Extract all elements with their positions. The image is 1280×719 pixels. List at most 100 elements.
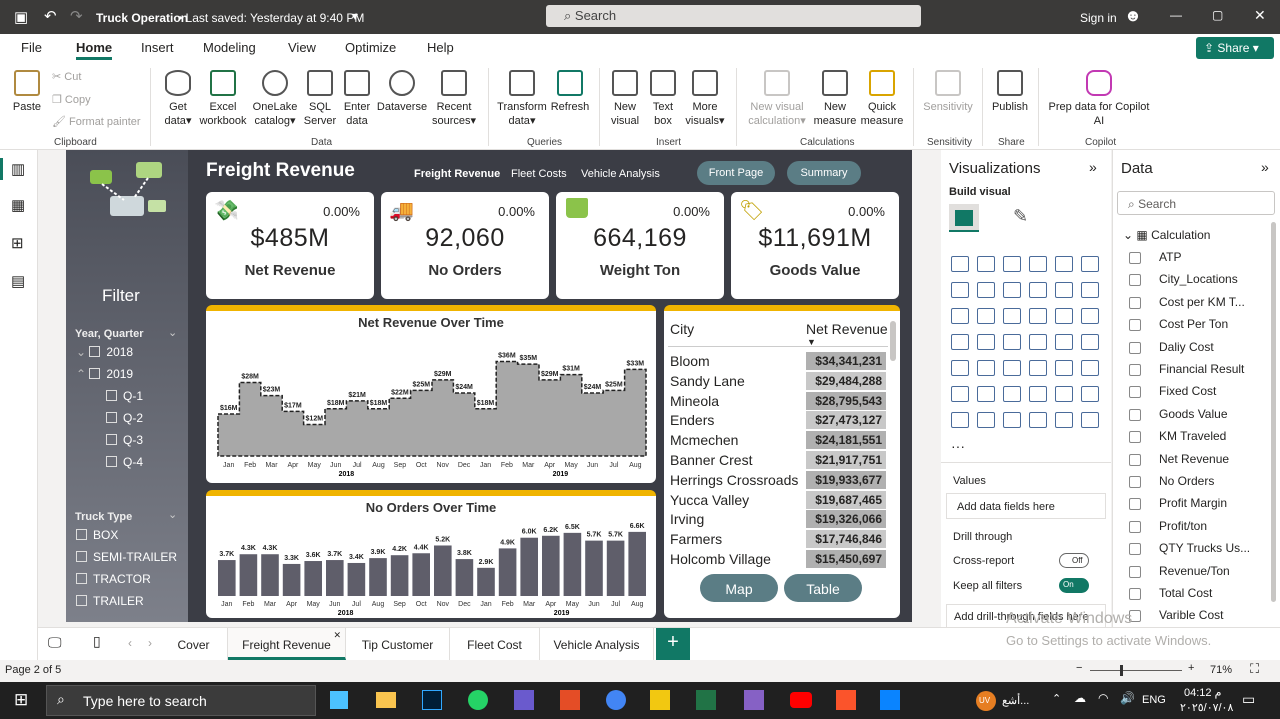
page-tab-vehicle-analysis[interactable]: Vehicle Analysis: [540, 628, 654, 660]
visual-type-icon[interactable]: [977, 256, 995, 272]
table-cell-net-revenue[interactable]: $19,326,066: [806, 510, 886, 529]
visual-type-icon[interactable]: [951, 412, 969, 428]
visual-type-icon[interactable]: [1003, 412, 1021, 428]
data-field[interactable]: No Orders: [1128, 474, 1214, 488]
visual-type-icon[interactable]: [1029, 386, 1047, 402]
table-cell-city[interactable]: Sandy Lane: [670, 373, 745, 389]
search-box[interactable]: ⌕ Search: [546, 5, 921, 27]
redo-icon[interactable]: ↷: [70, 7, 83, 25]
youtube-icon[interactable]: [790, 692, 812, 708]
new-visual-button[interactable]: New visual: [606, 70, 644, 128]
undo-icon[interactable]: ↶: [44, 7, 57, 25]
visual-type-icon[interactable]: [1003, 256, 1021, 272]
paste-button[interactable]: Paste: [8, 70, 46, 114]
transform-data-button[interactable]: Transform data▾: [496, 70, 548, 128]
fit-page-icon[interactable]: ⛶: [1250, 661, 1259, 677]
zoom-in-icon[interactable]: +: [1188, 662, 1194, 674]
kpi-no-orders[interactable]: 🚚 0.00% 92,060 No Orders: [381, 192, 549, 299]
slicer-q3[interactable]: Q-3: [106, 433, 143, 447]
visual-type-icon[interactable]: [1055, 412, 1073, 428]
visual-type-icon[interactable]: [1003, 360, 1021, 376]
publish-button[interactable]: Publish: [988, 70, 1032, 114]
tab-help[interactable]: Help: [427, 40, 454, 55]
data-field[interactable]: Financial Result: [1128, 362, 1244, 376]
data-field[interactable]: QTY Trucks Us...: [1128, 541, 1250, 556]
volume-icon[interactable]: 🔊: [1120, 691, 1135, 705]
table-cell-net-revenue[interactable]: $34,341,231: [806, 352, 886, 370]
visual-type-icon[interactable]: [1081, 256, 1099, 272]
chevron-down-icon[interactable]: ▾: [352, 9, 358, 23]
values-drop-zone[interactable]: Add data fields here: [946, 493, 1106, 519]
more-visuals-button[interactable]: More visuals▾: [682, 70, 728, 128]
table-cell-city[interactable]: Enders: [670, 412, 714, 428]
tab-insert[interactable]: Insert: [141, 40, 174, 55]
column-header-city[interactable]: City: [670, 321, 694, 337]
chevron-down-icon[interactable]: ⌄: [168, 326, 177, 339]
format-visual-icon[interactable]: ✎: [1013, 206, 1028, 227]
data-search-input[interactable]: ⌕ Search: [1117, 191, 1275, 215]
map-button[interactable]: Map: [700, 574, 778, 602]
network-icon[interactable]: ☁: [1074, 691, 1086, 705]
add-page-button[interactable]: +: [656, 628, 690, 660]
slicer-2018[interactable]: ⌄ 2018: [76, 345, 133, 359]
new-measure-button[interactable]: New measure: [812, 70, 858, 128]
visual-type-icon[interactable]: [1003, 334, 1021, 350]
enter-data-button[interactable]: Enter data: [340, 70, 374, 128]
dax-view-icon[interactable]: ▤: [11, 272, 25, 290]
prev-page-icon[interactable]: ‹: [128, 636, 132, 650]
photoshop-icon[interactable]: [422, 690, 442, 710]
sign-in-link[interactable]: Sign in: [1080, 11, 1117, 25]
table-cell-net-revenue[interactable]: $24,181,551: [806, 431, 886, 450]
data-field[interactable]: Fixed Cost: [1128, 384, 1216, 399]
app-icon[interactable]: [514, 690, 534, 710]
slicer-box[interactable]: BOX: [76, 528, 118, 542]
close-icon[interactable]: ✕: [1254, 7, 1266, 24]
table-cell-net-revenue[interactable]: $21,917,751: [806, 451, 886, 469]
slicer-trailer[interactable]: TRAILER: [76, 594, 144, 608]
power-bi-icon[interactable]: [650, 690, 670, 710]
desktop-layout-icon[interactable]: 🖵: [48, 634, 62, 651]
table-calculation[interactable]: ⌄ ▦ Calculation: [1123, 228, 1210, 242]
city-revenue-table[interactable]: City Net Revenue ▼ Bloom $34,341,231 Sandy…: [664, 305, 900, 618]
copy-button[interactable]: ❐ Copy: [52, 93, 91, 107]
collapse-pane-icon[interactable]: »: [1089, 159, 1097, 175]
kpi-goods-value[interactable]: 🏷 0.00% $11,691M Goods Value: [731, 192, 899, 299]
mobile-layout-icon[interactable]: ▯: [93, 633, 101, 650]
net-revenue-chart[interactable]: Net Revenue Over Time $16M Jan $28M Feb $23M…: [206, 305, 656, 483]
page-tab-freight-revenue[interactable]: Freight Revenue ✕: [228, 628, 346, 660]
visual-type-icon[interactable]: [1055, 386, 1073, 402]
slicer-q2[interactable]: Q-2: [106, 411, 143, 425]
visual-type-icon[interactable]: [1029, 256, 1047, 272]
close-tab-icon[interactable]: ✕: [333, 630, 341, 641]
last-saved[interactable]: • Last saved: Yesterday at 9:40 PM: [178, 11, 364, 25]
text-box-button[interactable]: Text box: [646, 70, 680, 128]
chrome-icon[interactable]: [606, 690, 626, 710]
new-visual-calc-button[interactable]: New visual calculation▾: [744, 70, 810, 128]
model-view-icon[interactable]: ⊞: [11, 234, 24, 252]
data-field[interactable]: Total Cost: [1128, 586, 1212, 600]
data-field[interactable]: Goods Value: [1129, 407, 1228, 421]
table-cell-city[interactable]: Mcmechen: [670, 432, 738, 448]
share-button[interactable]: ⇪ Share ▾: [1196, 37, 1274, 59]
report-view-icon[interactable]: ▥: [11, 160, 25, 178]
table-cell-net-revenue[interactable]: $15,450,697: [806, 550, 886, 568]
slicer-q1[interactable]: Q-1: [106, 389, 143, 403]
visual-type-icon[interactable]: [951, 360, 969, 376]
visual-type-icon[interactable]: [1003, 386, 1021, 402]
visual-studio-icon[interactable]: [744, 690, 764, 710]
user-avatar[interactable]: UV: [976, 691, 996, 711]
table-cell-net-revenue[interactable]: $19,933,677: [806, 470, 886, 489]
visual-type-icon[interactable]: [951, 256, 969, 272]
tab-optimize[interactable]: Optimize: [345, 40, 396, 55]
table-cell-city[interactable]: Banner Crest: [670, 452, 752, 468]
visual-type-icon[interactable]: [977, 386, 995, 402]
data-field[interactable]: City_Locations: [1129, 272, 1238, 287]
table-cell-net-revenue[interactable]: $19,687,465: [806, 490, 886, 509]
visual-type-icon[interactable]: [951, 334, 969, 350]
windows-start-icon[interactable]: ⊞: [14, 690, 28, 710]
format-painter-button[interactable]: 🖌 Format painter: [52, 115, 141, 129]
visual-type-icon[interactable]: [1055, 282, 1073, 298]
page-tab-cover[interactable]: Cover: [160, 628, 228, 660]
tray-chevron-icon[interactable]: ⌃: [1052, 692, 1061, 705]
slicer-2019[interactable]: ⌃ 2019: [76, 367, 133, 381]
